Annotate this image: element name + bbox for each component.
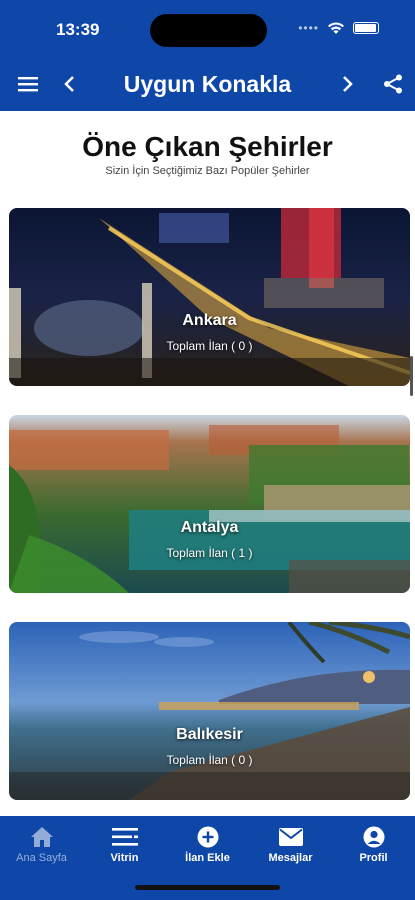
city-name: Balıkesir [176,726,243,743]
vitrin-icon [83,824,166,850]
listing-count: Toplam İlan ( 0 ) [166,753,253,767]
city-card-balikesir[interactable]: Balıkesir Toplam İlan ( 0 ) [9,622,410,800]
scrollbar-thumb[interactable] [410,356,413,396]
section-subtitle: Sizin İçin Seçtiğimiz Bazı Popüler Şehir… [105,165,310,177]
main-content[interactable]: Öne Çıkan Şehirler Sizin İçin Seçtiğimiz… [0,111,415,816]
city-image-balikesir [9,622,410,800]
add-circle-icon [166,824,249,850]
share-icon[interactable] [381,72,405,96]
tab-home[interactable]: Ana Sayfa [0,824,83,864]
city-name: Ankara [182,312,237,329]
city-name: Antalya [180,519,239,536]
profile-icon [332,824,415,850]
tab-label: Profil [359,852,388,864]
mail-icon [249,824,332,850]
status-time: 13:39 [56,20,100,39]
city-image-ankara [9,208,410,386]
home-indicator [135,885,280,890]
listing-count: Toplam İlan ( 1 ) [166,546,253,560]
city-card-antalya[interactable]: Antalya Toplam İlan ( 1 ) [9,415,410,593]
signal-icon: •••• [298,21,319,35]
status-bar: 13:39 •••• [0,0,415,60]
tab-label: Ana Sayfa [16,852,67,864]
top-bar: 13:39 •••• Uygun Konakla [0,0,415,111]
status-icons: •••• [298,21,379,35]
section-title: Öne Çıkan Şehirler [82,131,333,162]
tab-profile[interactable]: Profil [332,824,415,864]
chevron-right-icon[interactable] [336,72,360,96]
tab-add-listing[interactable]: İlan Ekle [166,824,249,864]
tab-label: Vitrin [110,852,139,864]
city-card-ankara[interactable]: Ankara Toplam İlan ( 0 ) [9,208,410,386]
tab-label: İlan Ekle [185,852,230,864]
tab-messages[interactable]: Mesajlar [249,824,332,864]
tab-label: Mesajlar [268,852,313,864]
battery-icon [353,22,379,34]
city-image-antalya [9,415,410,593]
listing-count: Toplam İlan ( 0 ) [166,339,253,353]
wifi-icon [328,21,344,34]
tab-vitrin[interactable]: Vitrin [83,824,166,864]
home-icon [0,824,83,850]
app-bar: Uygun Konakla [0,60,415,111]
dynamic-island [150,14,267,47]
